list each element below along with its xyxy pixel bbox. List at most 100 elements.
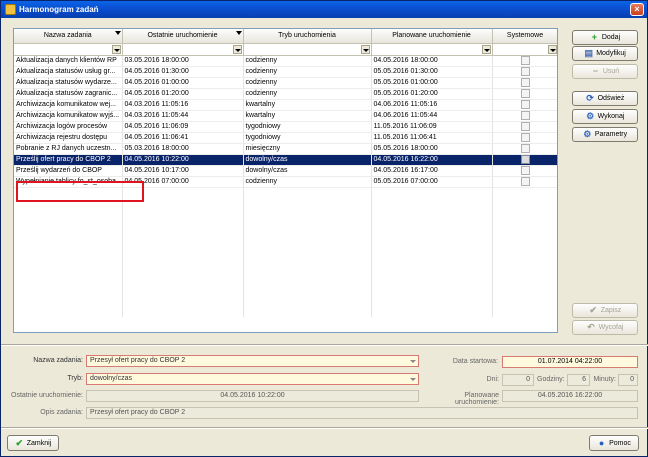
separator — [1, 344, 648, 346]
column-header-label: Ostatnie uruchomienie — [147, 32, 218, 40]
empty-row — [14, 230, 557, 241]
empty-row — [14, 305, 557, 317]
system-checkbox[interactable] — [520, 89, 530, 98]
column-filter-cell[interactable] — [122, 43, 244, 56]
table-row[interactable]: Archiwizacja rejestru dostępu 04.05.2016 … — [14, 132, 557, 144]
cell-last: 04.03.2016 11:05:44 — [122, 110, 244, 122]
table-row[interactable]: Pobranie z RJ danych uczestn... 05.03.201… — [14, 143, 557, 155]
system-checkbox[interactable] — [520, 67, 530, 76]
table-row[interactable]: Aktualizacja statusów zagranic... 04.05.2… — [14, 88, 557, 100]
add-button[interactable]: + Dodaj — [572, 30, 638, 45]
empty-row — [14, 251, 557, 263]
cell-system — [492, 176, 557, 188]
filter-dropdown-icon[interactable] — [547, 44, 557, 54]
cell-name: Aktualizacja statusów wydarze... — [14, 77, 123, 89]
separator — [1, 427, 648, 429]
column-filter-cell[interactable] — [14, 43, 123, 56]
cell-last: 04.05.2016 11:06:41 — [122, 132, 244, 144]
system-checkbox[interactable] — [520, 111, 530, 120]
chevron-down-icon — [410, 360, 416, 363]
task-grid[interactable]: Nazwa zadania Ostatnie uruchomienie Tryb u… — [13, 28, 558, 333]
column-header-label: Tryb uruchomienia — [278, 32, 336, 40]
save-button[interactable]: ✔ Zapisz — [572, 303, 638, 318]
column-filter-cell[interactable] — [492, 43, 557, 56]
close-button[interactable]: ✔ Zamknij — [7, 435, 59, 451]
table-row[interactable]: Archiwizacja logów procesów 04.05.2016 11… — [14, 121, 557, 133]
refresh-button[interactable]: ⟳ Odśwież — [572, 91, 638, 106]
task-name-field[interactable]: Przesył ofert pracy do CBOP 2 — [86, 355, 419, 367]
undo-icon: ↶ — [587, 322, 595, 332]
column-header[interactable]: Ostatnie uruchomienie — [122, 29, 244, 44]
column-header[interactable]: Systemowe — [492, 29, 557, 44]
system-checkbox[interactable] — [520, 166, 530, 175]
table-row[interactable]: Archiwizacja komunikatow wej... 04.03.201… — [14, 99, 557, 111]
minutes-field[interactable]: 0 — [618, 374, 638, 386]
cell-name: Pobranie z RJ danych uczestn... — [14, 143, 123, 155]
cell-last: 04.05.2016 07:00:00 — [122, 176, 244, 188]
empty-row — [14, 208, 557, 220]
cell-planned: 05.05.2016 18:00:00 — [371, 143, 493, 155]
cell-planned: 04.06.2016 11:05:44 — [371, 110, 493, 122]
table-row[interactable]: Wypełnianie tablicy fo_st_osoba 04.05.201… — [14, 176, 557, 188]
modify-button[interactable]: ▤ Modyfikuj — [572, 46, 638, 61]
filter-dropdown-icon[interactable] — [111, 44, 121, 54]
start-date-label: Data startowa: — [452, 358, 498, 365]
table-row[interactable]: Aktualizacja statusów usług gr... 04.05.2… — [14, 66, 557, 78]
system-checkbox[interactable] — [520, 100, 530, 109]
column-filter-cell[interactable] — [243, 43, 372, 56]
table-row[interactable]: Prześlij ofert pracy do CBOP 2 04.05.2016… — [14, 154, 557, 166]
system-checkbox[interactable] — [520, 78, 530, 87]
cell-system — [492, 88, 557, 100]
column-header-label: Nazwa zadania — [43, 32, 92, 40]
days-label: Dni: — [486, 376, 499, 383]
system-checkbox[interactable] — [520, 122, 530, 131]
check-icon: ✔ — [15, 437, 23, 448]
empty-row — [14, 284, 557, 295]
description-label: Opis zadania: — [40, 409, 83, 416]
revert-label: Wycofaj — [598, 324, 624, 331]
table-row[interactable]: Archiwizacja komunikatow wyjś... 04.03.20… — [14, 110, 557, 122]
cell-planned: 04.06.2016 11:05:16 — [371, 99, 493, 111]
filter-dropdown-icon[interactable] — [232, 44, 242, 54]
execute-button[interactable]: ⚙ Wykonaj — [572, 109, 638, 124]
days-field[interactable]: 0 — [502, 374, 534, 386]
revert-button[interactable]: ↶ Wycofaj — [572, 320, 638, 335]
cell-mode: tygodniowy — [243, 121, 372, 133]
column-filter-cell[interactable] — [371, 43, 493, 56]
column-header[interactable]: Planowane uruchomienie — [371, 29, 493, 44]
filter-marker-icon — [235, 31, 242, 35]
cell-mode: codzienny — [243, 77, 372, 89]
close-icon[interactable]: × — [630, 3, 644, 16]
remove-button[interactable]: − Usuń — [572, 64, 638, 79]
system-checkbox[interactable] — [520, 133, 530, 142]
system-checkbox[interactable] — [520, 155, 530, 164]
table-row[interactable]: Prześlij wydarzeń do CBOP 04.05.2016 10:1… — [14, 165, 557, 177]
hours-field[interactable]: 6 — [567, 374, 590, 386]
window-title: Harmonogram zadań — [19, 5, 99, 14]
filter-dropdown-icon[interactable] — [360, 44, 370, 54]
cell-name: Aktualizacja danych klientów RP — [14, 55, 123, 67]
cell-planned: 05.05.2016 01:20:00 — [371, 88, 493, 100]
task-name-value: Przesył ofert pracy do CBOP 2 — [90, 357, 186, 364]
mode-select[interactable]: dowolny/czas — [86, 373, 419, 385]
cell-name: Archiwizacja komunikatow wyjś... — [14, 110, 123, 122]
cell-name: Prześlij wydarzeń do CBOP — [14, 165, 123, 177]
filter-dropdown-icon[interactable] — [481, 44, 491, 54]
system-checkbox[interactable] — [520, 177, 530, 186]
column-header[interactable]: Nazwa zadania — [14, 29, 123, 44]
table-row[interactable]: Aktualizacja danych klientów RP 03.05.201… — [14, 55, 557, 67]
table-row[interactable]: Aktualizacja statusów wydarze... 04.05.20… — [14, 77, 557, 89]
cell-last: 04.05.2016 01:30:00 — [122, 66, 244, 78]
help-button[interactable]: ● Pomoc — [589, 435, 639, 451]
cell-mode: codzienny — [243, 176, 372, 188]
system-checkbox[interactable] — [520, 56, 530, 65]
cell-system — [492, 121, 557, 133]
check-icon: ✔ — [589, 305, 597, 315]
system-checkbox[interactable] — [520, 144, 530, 153]
start-date-field[interactable]: 01.07.2014 04:22:00 — [502, 356, 638, 368]
params-button[interactable]: ⚙ Parametry — [572, 127, 638, 142]
cell-last: 04.03.2016 11:05:16 — [122, 99, 244, 111]
description-field[interactable]: Przesył ofert pracy do CBOP 2 — [86, 407, 638, 419]
column-header[interactable]: Tryb uruchomienia — [243, 29, 372, 44]
cell-last: 04.05.2016 10:22:00 — [122, 154, 244, 166]
